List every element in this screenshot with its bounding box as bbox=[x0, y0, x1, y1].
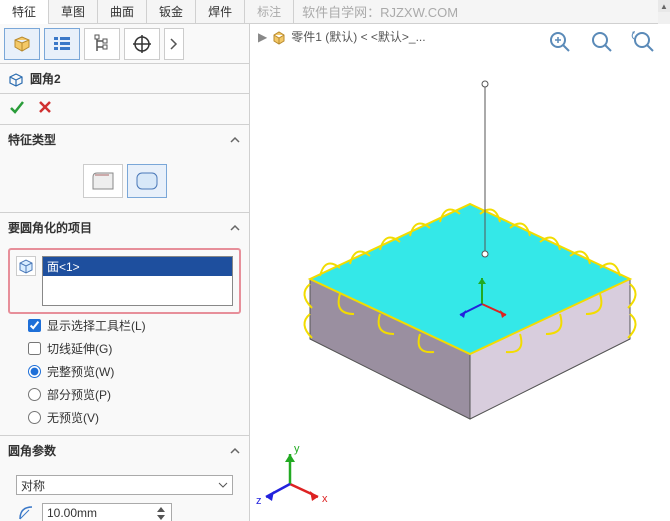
selection-list[interactable]: 面<1> bbox=[42, 256, 233, 306]
section-label-params: 圆角参数 bbox=[8, 442, 56, 459]
type-face-fillet[interactable] bbox=[127, 164, 167, 198]
label-show-toolbar: 显示选择工具栏(L) bbox=[47, 317, 146, 334]
property-panel: 圆角2 特征类型 bbox=[0, 24, 250, 521]
label-no-preview: 无预览(V) bbox=[47, 409, 99, 426]
model-canvas: x y z bbox=[250, 24, 670, 521]
type-constant-radius[interactable] bbox=[83, 164, 123, 198]
top-tab-bar: 特征 草图 曲面 钣金 焊件 标注 软件自学网：RJZXW.COM bbox=[0, 0, 670, 24]
ok-button[interactable] bbox=[8, 98, 26, 116]
radius-input[interactable]: 10.00mm bbox=[42, 503, 172, 521]
check-show-toolbar[interactable] bbox=[28, 319, 41, 332]
target-icon bbox=[131, 33, 153, 55]
tab-feature[interactable]: 特征 bbox=[0, 0, 49, 25]
tab-weld[interactable]: 焊件 bbox=[196, 0, 245, 24]
check-tangent-ext[interactable] bbox=[28, 342, 41, 355]
selection-item[interactable]: 面<1> bbox=[43, 257, 232, 276]
chevron-up-icon bbox=[229, 222, 241, 234]
tree-icon bbox=[91, 33, 113, 55]
label-full-preview: 完整预览(W) bbox=[47, 363, 114, 380]
section-label-items: 要圆角化的项目 bbox=[8, 219, 92, 236]
feature-title: 圆角2 bbox=[30, 70, 61, 87]
radio-no-preview[interactable] bbox=[28, 411, 41, 424]
fillet-icon bbox=[8, 71, 24, 87]
tool-feature-manager[interactable] bbox=[4, 28, 40, 60]
feature-header: 圆角2 bbox=[0, 64, 249, 94]
spin-up[interactable] bbox=[155, 505, 167, 513]
cancel-button[interactable] bbox=[36, 98, 54, 116]
radio-partial-preview[interactable] bbox=[28, 388, 41, 401]
fillet-type-group bbox=[8, 160, 241, 206]
watermark-label: 软件自学网：RJZXW.COM bbox=[302, 2, 458, 21]
cube-gold-icon bbox=[11, 33, 33, 55]
tab-surface[interactable]: 曲面 bbox=[98, 0, 147, 24]
tool-overflow[interactable] bbox=[164, 28, 184, 60]
tool-dimxpert[interactable] bbox=[124, 28, 160, 60]
spin-down[interactable] bbox=[155, 513, 167, 521]
selection-box: 面<1> bbox=[8, 248, 241, 314]
tool-config-manager[interactable] bbox=[84, 28, 120, 60]
section-head-items[interactable]: 要圆角化的项目 bbox=[0, 213, 249, 242]
face-fillet-icon bbox=[133, 169, 161, 193]
label-partial-preview: 部分预览(P) bbox=[47, 386, 111, 403]
panel-toolbar bbox=[0, 24, 249, 64]
chevron-down-icon bbox=[218, 480, 228, 490]
viewport[interactable]: ▶ 零件1 (默认) < <默认>_... 半径: bbox=[250, 24, 670, 521]
tab-sketch[interactable]: 草图 bbox=[49, 0, 98, 24]
radio-full-preview[interactable] bbox=[28, 365, 41, 378]
section-head-type[interactable]: 特征类型 bbox=[0, 125, 249, 154]
symmetry-value: 对称 bbox=[21, 477, 45, 494]
chevron-up-icon bbox=[229, 445, 241, 457]
tool-property-manager[interactable] bbox=[44, 28, 80, 60]
section-head-params[interactable]: 圆角参数 bbox=[0, 436, 249, 465]
radius-value: 10.00mm bbox=[47, 506, 97, 520]
tab-sheet[interactable]: 钣金 bbox=[147, 0, 196, 24]
radius-icon bbox=[16, 503, 36, 521]
label-tangent-ext: 切线延伸(G) bbox=[47, 340, 112, 357]
edge-fillet-icon bbox=[89, 169, 117, 193]
section-label-type: 特征类型 bbox=[8, 131, 56, 148]
chevron-up-icon bbox=[229, 134, 241, 146]
svg-text:y: y bbox=[294, 443, 300, 455]
svg-text:x: x bbox=[322, 493, 328, 505]
chevron-right-icon bbox=[167, 33, 181, 55]
list-icon bbox=[51, 33, 73, 55]
confirm-row bbox=[0, 94, 249, 125]
svg-text:z: z bbox=[256, 495, 262, 507]
face-select-icon[interactable] bbox=[16, 256, 36, 276]
tab-annotate[interactable]: 标注 bbox=[245, 0, 294, 24]
symmetry-select[interactable]: 对称 bbox=[16, 475, 233, 495]
